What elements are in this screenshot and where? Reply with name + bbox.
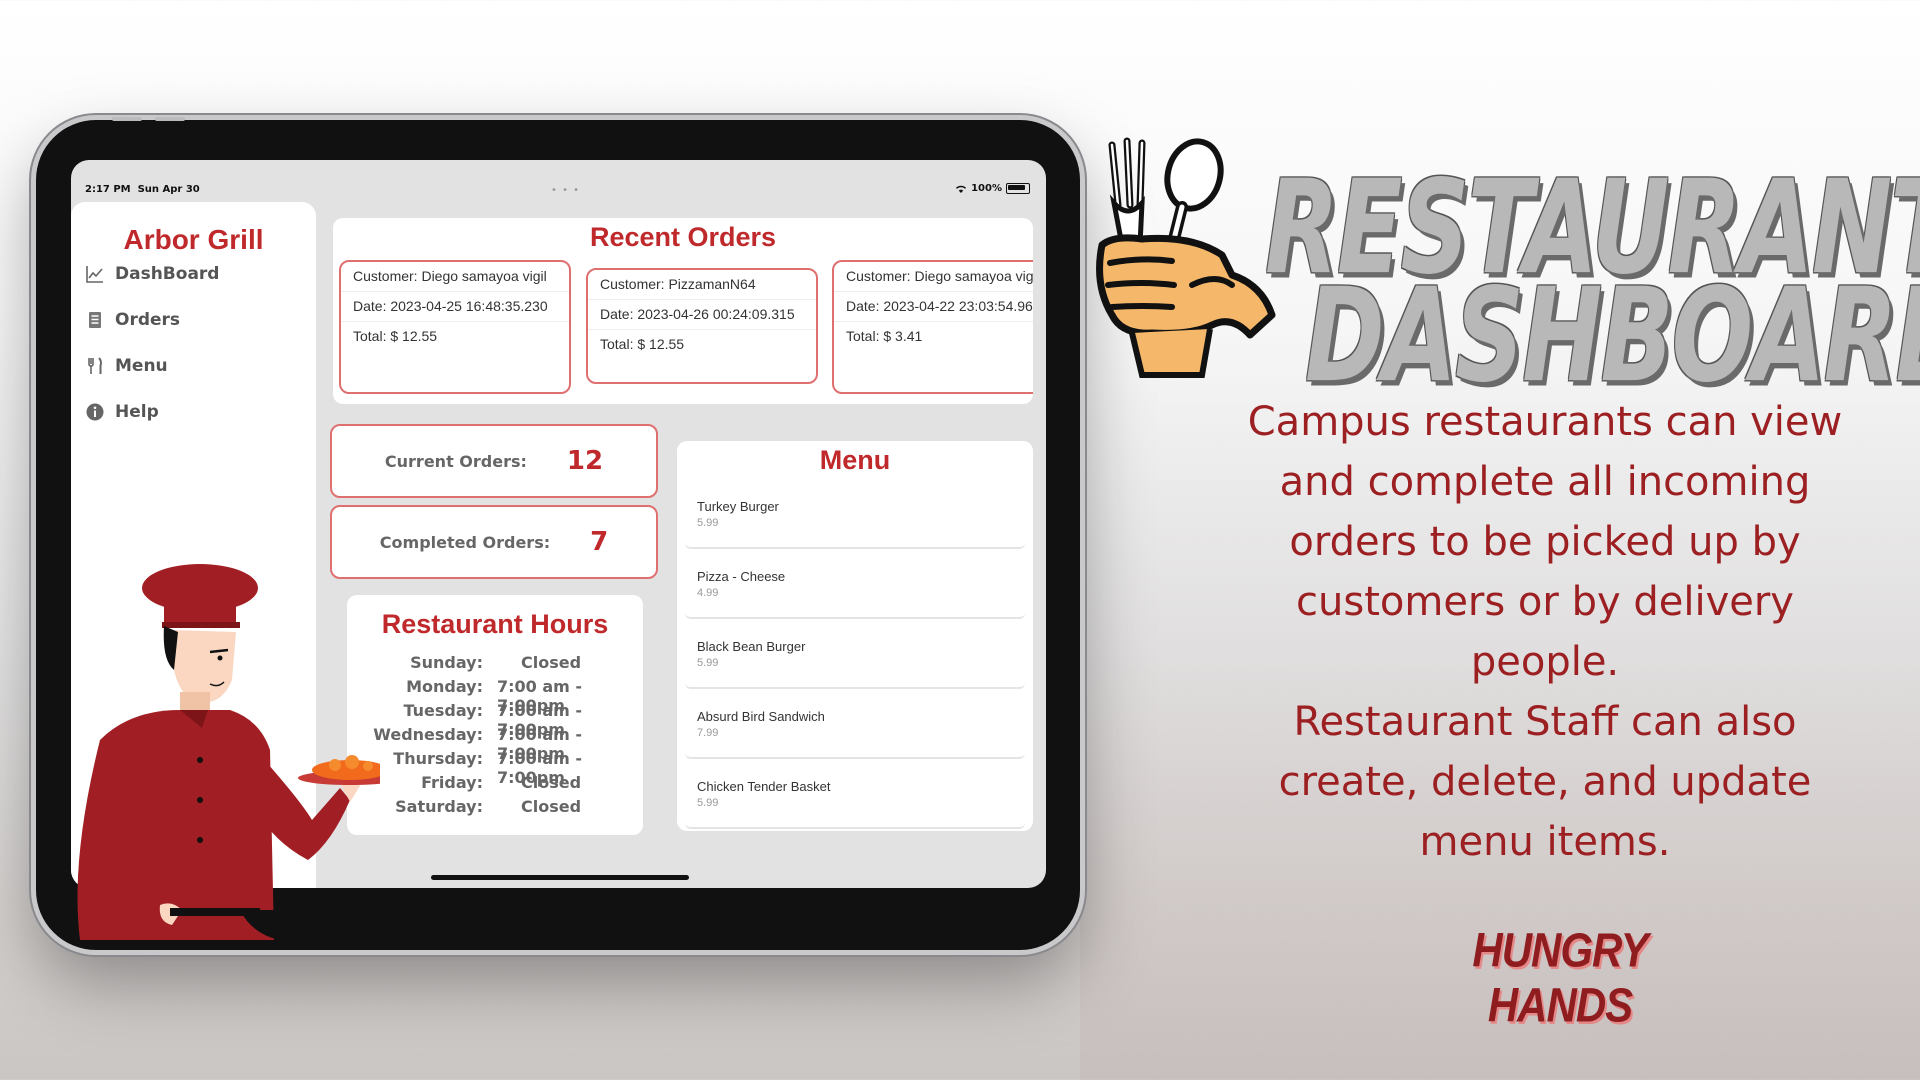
recent-orders-title: Recent Orders <box>589 222 777 252</box>
home-indicator[interactable] <box>431 875 689 880</box>
sidebar-item-menu[interactable]: Menu <box>85 356 168 376</box>
menu-item-name: Turkey Burger <box>697 499 779 514</box>
menu-item[interactable]: Black Bean Burger 5.99 <box>685 625 1025 689</box>
menu-item-name: Absurd Bird Sandwich <box>697 709 825 724</box>
sidebar-item-label: Help <box>115 402 159 422</box>
info-icon <box>86 403 104 421</box>
menu-item[interactable]: Pizza - Cheese 4.99 <box>685 555 1025 619</box>
hero-description: Campus restaurants can view and complete… <box>1220 392 1870 872</box>
menu-item[interactable]: Turkey Burger 5.99 <box>685 485 1025 549</box>
order-card[interactable]: Customer: Diego samayoa vigil Date: 2023… <box>832 260 1033 394</box>
recent-orders-card: Recent Orders Customer: Diego samayoa vi… <box>333 218 1033 404</box>
restaurant-name: Arbor Grill <box>123 224 264 255</box>
order-card[interactable]: Customer: Diego samayoa vigil Date: 2023… <box>339 260 571 394</box>
hero-description-2: Restaurant Staff can also create, delete… <box>1278 699 1812 865</box>
menu-item-price: 5.99 <box>697 657 719 669</box>
menu-item-name: Black Bean Burger <box>697 639 806 654</box>
order-customer: Customer: Diego samayoa vigil <box>834 262 1033 292</box>
status-bar: 2:17 PM Sun Apr 30 • • • 100% <box>71 160 1046 196</box>
order-customer: Customer: PizzamanN64 <box>588 270 816 300</box>
sidebar-item-label: Menu <box>115 356 168 376</box>
current-orders-label: Current Orders: <box>384 451 527 471</box>
order-total: Total: $ 12.55 <box>353 328 438 344</box>
order-date: Date: 2023-04-26 00:24:09.315 <box>588 300 816 330</box>
menu-title: Menu <box>819 445 891 475</box>
menu-card: Menu Turkey Burger 5.99 Pizza - Cheese 4… <box>677 441 1033 831</box>
sidebar-item-orders[interactable]: Orders <box>85 310 180 330</box>
brand-name: HUNGRY HANDS <box>1472 922 1648 1033</box>
sidebar-item-dashboard[interactable]: DashBoard <box>85 264 219 284</box>
menu-item-price: 5.99 <box>697 797 719 809</box>
order-date: Date: 2023-04-22 23:03:54.960 <box>834 292 1033 322</box>
order-total: Total: $ 12.55 <box>600 336 685 352</box>
restaurant-hours-card: Restaurant Hours Sunday: Closed Monday: 7:… <box>347 595 643 835</box>
hero-description-1: Campus restaurants can view and complete… <box>1247 399 1843 685</box>
sidebar-item-help[interactable]: Help <box>85 402 159 422</box>
completed-orders-label: Completed Orders: <box>379 532 551 552</box>
list-icon <box>89 312 101 328</box>
menu-item-price: 4.99 <box>697 587 719 599</box>
chart-line-icon <box>86 266 103 283</box>
menu-item[interactable]: Chicken Tender Basket 5.99 <box>685 765 1025 829</box>
menu-item-name: Pizza - Cheese <box>697 569 786 584</box>
sidebar-item-label: Orders <box>115 310 181 330</box>
multitask-dots[interactable]: • • • <box>551 185 580 196</box>
hero-title-line2: DASHBOARD <box>1305 260 1920 412</box>
status-time: 2:17 PM Sun Apr 30 <box>85 184 200 195</box>
fork-knife-icon <box>88 357 102 374</box>
battery-icon <box>1006 183 1030 194</box>
menu-item-price: 7.99 <box>697 727 719 739</box>
order-total: Total: $ 3.41 <box>846 328 923 344</box>
tablet-volume-button <box>155 117 185 121</box>
order-customer: Customer: Diego samayoa vigil <box>341 262 569 292</box>
chef-illustration <box>77 564 380 940</box>
current-orders-stat[interactable]: Current Orders: 12 <box>330 424 658 498</box>
order-date: Date: 2023-04-25 16:48:35.230 <box>341 292 569 322</box>
status-right: 100% <box>955 183 1030 194</box>
current-orders-value: 12 <box>566 446 604 476</box>
sidebar-item-label: DashBoard <box>115 264 220 284</box>
wifi-icon <box>956 185 967 193</box>
menu-item-price: 5.99 <box>697 517 719 529</box>
order-card[interactable]: Customer: PizzamanN64 Date: 2023-04-26 0… <box>586 268 818 384</box>
tablet-volume-button <box>112 117 142 121</box>
menu-item[interactable]: Absurd Bird Sandwich 7.99 <box>685 695 1025 759</box>
fork-spoon-fist-icon <box>1096 137 1276 378</box>
restaurant-hours-title: Restaurant Hours <box>381 609 609 639</box>
menu-item-name: Chicken Tender Basket <box>697 779 831 794</box>
completed-orders-value: 7 <box>590 527 609 557</box>
battery-percent: 100% <box>971 183 1002 194</box>
